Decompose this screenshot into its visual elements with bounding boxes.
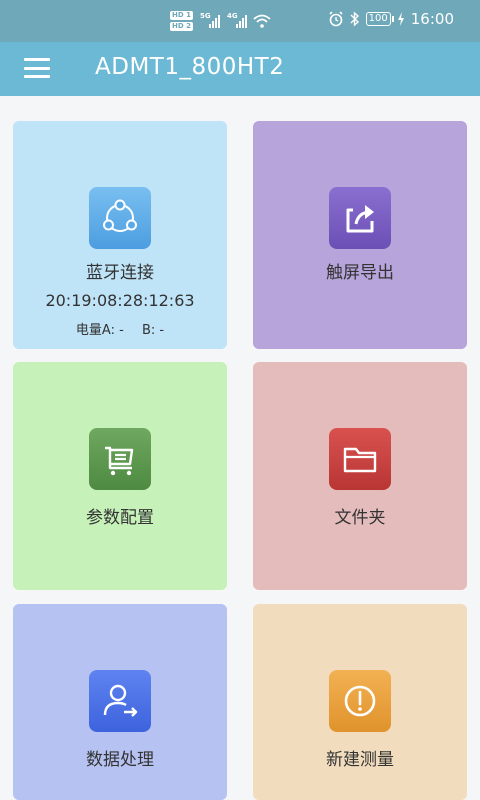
status-time: 16:00 <box>410 10 454 28</box>
tile-label: 参数配置 <box>86 508 154 528</box>
device-timestamp: 20:19:08:28:12:63 <box>45 291 195 310</box>
signal-5g-icon: 5G <box>200 12 220 28</box>
battery-status: 电量A: - B: - <box>13 319 227 338</box>
tile-data-processing[interactable]: 数据处理 <box>13 604 227 800</box>
net1-label: 5G <box>199 12 211 20</box>
tile-label: 触屏导出 <box>326 263 394 283</box>
battery-a-label: 电量A: - <box>75 323 124 338</box>
hd-indicators: HD 1 HD 2 <box>170 11 193 31</box>
tile-label: 新建测量 <box>326 750 394 770</box>
hd1-badge: HD 1 <box>170 11 193 20</box>
net2-label: 4G <box>226 12 238 20</box>
cart-icon <box>89 428 151 490</box>
export-icon <box>329 187 391 249</box>
tile-bluetooth-connect[interactable]: 蓝牙连接 20:19:08:28:12:63 电量A: - B: - <box>13 121 227 349</box>
tile-folder[interactable]: 文件夹 <box>253 362 467 590</box>
user-arrow-icon <box>89 670 151 732</box>
tile-label: 文件夹 <box>334 508 386 528</box>
status-right: 100 16:00 <box>328 10 454 28</box>
wifi-icon <box>253 14 271 28</box>
gauge-icon <box>329 670 391 732</box>
tile-label: 蓝牙连接 <box>86 263 154 283</box>
tile-param-config[interactable]: 参数配置 <box>13 362 227 590</box>
tile-new-measurement[interactable]: 新建测量 <box>253 604 467 800</box>
tile-label: 数据处理 <box>86 750 154 770</box>
battery-b-label: B: - <box>141 323 165 338</box>
app-bar: ADMT1_800HT2 <box>0 42 480 96</box>
bluetooth-icon <box>350 11 359 27</box>
alarm-icon <box>329 11 343 27</box>
tile-touch-export[interactable]: 触屏导出 <box>253 121 467 349</box>
app-title: ADMT1_800HT2 <box>95 54 285 80</box>
signal-4g-icon: 4G <box>227 12 247 28</box>
status-bar: HD 1 HD 2 5G 4G 100 16:00 <box>0 0 480 42</box>
charging-icon <box>397 12 404 26</box>
hd2-badge: HD 2 <box>170 22 193 31</box>
share-nodes-icon <box>89 187 151 249</box>
folder-icon <box>329 428 391 490</box>
status-left: HD 1 HD 2 5G 4G <box>170 8 271 34</box>
menu-icon[interactable] <box>24 58 50 78</box>
battery-indicator: 100 <box>365 12 394 26</box>
